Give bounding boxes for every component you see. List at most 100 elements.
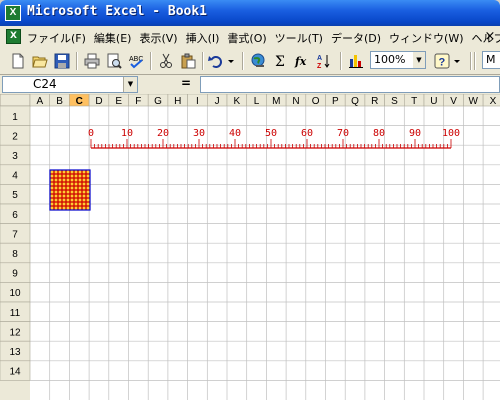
menu-tools[interactable]: ツール(T) [272, 30, 328, 46]
column-header-label: K [234, 96, 241, 107]
function-icon[interactable]: fx [292, 51, 312, 71]
column-header-label: I [196, 96, 199, 107]
column-header-label: V [450, 96, 457, 107]
ruler-label: 50 [265, 128, 277, 139]
worksheet-grid[interactable]: A B C D E F G H I J K L M N O P Q R S T U V W X 1 2 3 4 5 6 7 8 9 10 11 12 1… [0, 94, 500, 400]
autosum-icon[interactable]: Σ [270, 51, 290, 71]
column-header-label: U [430, 96, 437, 107]
column-header-label: T [411, 96, 417, 107]
column-header-label: W [469, 96, 479, 107]
svg-text:?: ? [439, 57, 446, 69]
svg-text:Σ: Σ [275, 54, 285, 69]
spellcheck-icon[interactable]: ABC [126, 51, 146, 71]
grid-pattern-shape[interactable] [49, 169, 91, 211]
ruler-label: 90 [409, 128, 421, 139]
menu-format[interactable]: 書式(O) [224, 30, 271, 46]
ruler-label: 60 [301, 128, 313, 139]
formula-equals-icon[interactable]: = [181, 76, 191, 90]
column-header-label: N [292, 96, 299, 107]
menu-view[interactable]: 表示(V) [136, 30, 182, 46]
name-box[interactable]: C24 ▼ [2, 76, 138, 93]
chart-icon[interactable] [346, 51, 366, 71]
row-header-label: 6 [12, 210, 18, 221]
ruler-label: 10 [121, 128, 133, 139]
menu-edit[interactable]: 編集(E) [91, 30, 137, 46]
new-icon[interactable] [8, 51, 28, 71]
undo-icon[interactable] [206, 51, 226, 71]
column-header-label: C [76, 96, 83, 107]
column-header-label: Q [351, 96, 359, 107]
row-header-label: 1 [12, 112, 18, 123]
row-header-label: 5 [12, 190, 18, 201]
open-icon[interactable] [30, 51, 50, 71]
column-header-label: F [135, 96, 141, 107]
column-header-label: D [95, 96, 102, 107]
title-bar[interactable]: X Microsoft Excel - Book1 [0, 0, 500, 26]
ruler-label: 100 [442, 128, 460, 139]
row-header-label: 3 [12, 151, 18, 162]
font-select[interactable]: M [482, 51, 500, 69]
row-header-label: 13 [9, 347, 21, 358]
worksheet-canvas[interactable]: A B C D E F G H I J K L M N O P Q R S T U V W X1234567891011121… [0, 94, 500, 400]
sort-icon[interactable]: AZ [314, 51, 334, 71]
name-box-value: C24 [33, 77, 57, 91]
print-icon[interactable] [82, 51, 102, 71]
column-header-label: P [332, 96, 339, 107]
row-header-label: 9 [12, 269, 18, 280]
row-header-label: 4 [12, 171, 18, 182]
menu-data[interactable]: データ(D) [328, 30, 386, 46]
row-header-label: 11 [10, 308, 21, 319]
hyperlink-icon[interactable] [248, 51, 268, 71]
formula-bar: C24 ▼ = [0, 75, 500, 94]
column-header-label: M [272, 96, 280, 107]
chevron-down-icon[interactable]: ▼ [413, 52, 425, 68]
ruler-label: 80 [373, 128, 385, 139]
cut-icon[interactable] [156, 51, 176, 71]
close-workbook-icon[interactable]: × [480, 28, 500, 45]
menu-bar: X ファイル(F) 編集(E) 表示(V) 挿入(I) 書式(O) ツール(T)… [0, 26, 500, 49]
column-header-label: H [174, 96, 181, 107]
window-title: Microsoft Excel - Book1 [27, 4, 208, 19]
svg-text:A: A [317, 55, 322, 62]
ruler-label: 20 [157, 128, 169, 139]
formula-input[interactable] [200, 76, 500, 93]
column-header-label: L [254, 96, 260, 107]
column-header-label: X [490, 96, 497, 107]
menu-insert[interactable]: 挿入(I) [183, 30, 225, 46]
row-header-label: 10 [9, 288, 21, 299]
column-header-label: G [154, 96, 162, 107]
menu-file[interactable]: ファイル(F) [24, 30, 91, 46]
row-header-label: 2 [12, 131, 18, 142]
help-icon[interactable]: ? [432, 51, 452, 71]
zoom-select[interactable]: 100% ▼ [370, 51, 426, 69]
ruler-label: 70 [337, 128, 349, 139]
ruler-label: 0 [88, 128, 94, 139]
column-header-label: R [371, 96, 378, 107]
row-header-label: 12 [9, 327, 21, 338]
column-header-label: A [37, 96, 44, 107]
undo-dropdown-icon[interactable] [226, 51, 236, 71]
menu-window[interactable]: ウィンドウ(W) [386, 30, 468, 46]
excel-icon[interactable]: X [5, 5, 21, 21]
workbook-icon[interactable]: X [6, 29, 21, 44]
standard-toolbar: ABC Σ fx AZ 100% ▼ ? M [0, 48, 500, 75]
row-header-label: 7 [12, 229, 18, 240]
paste-icon[interactable] [178, 51, 198, 71]
svg-text:Z: Z [317, 63, 322, 69]
row-header-label: 8 [12, 249, 18, 260]
chevron-down-icon[interactable]: ▼ [123, 77, 137, 92]
help-dropdown-icon[interactable] [452, 51, 462, 71]
svg-text:fx: fx [294, 55, 307, 68]
select-all-button[interactable] [0, 94, 31, 107]
column-header-label: E [115, 96, 122, 107]
column-header-label: J [215, 96, 220, 107]
column-header-label: B [56, 96, 63, 107]
save-icon[interactable] [52, 51, 72, 71]
column-header-label: O [312, 96, 320, 107]
ruler-label: 30 [193, 128, 205, 139]
row-header-label: 14 [9, 367, 21, 378]
print-preview-icon[interactable] [104, 51, 124, 71]
zoom-value: 100% [374, 53, 406, 66]
column-header-label: S [391, 96, 398, 107]
ruler-label: 40 [229, 128, 241, 139]
